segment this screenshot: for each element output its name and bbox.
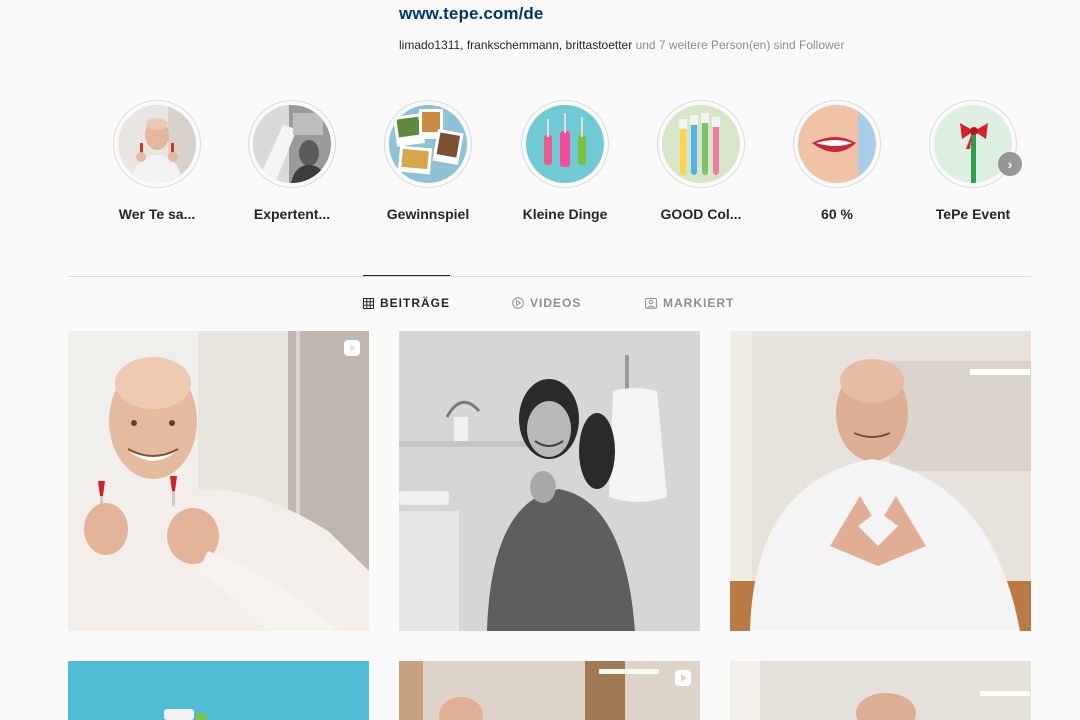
reel-icon [344, 340, 360, 356]
tab-label: BEITRÄGE [380, 296, 451, 310]
highlight-label: 60 % [821, 206, 853, 222]
tagged-icon [645, 298, 657, 309]
tab-label: MARKIERT [663, 296, 735, 310]
grid-icon [363, 297, 374, 309]
tabs-divider [69, 276, 1031, 277]
post-image [399, 661, 700, 720]
post-image [730, 661, 1031, 720]
post-tile[interactable] [68, 331, 369, 631]
toothbrushes [662, 105, 740, 183]
tab-posts[interactable]: BEITRÄGE [363, 296, 450, 310]
play-circle-icon [512, 297, 524, 309]
highlight-ring [113, 100, 201, 188]
highlight-item[interactable]: Gewinnspiel [368, 100, 488, 222]
active-tab-indicator [363, 275, 450, 276]
photo-collage [389, 105, 467, 183]
highlight-ring [657, 100, 745, 188]
reel-icon [675, 670, 691, 686]
story-highlights: Wer Te sa... Expertent... Gewinnspiel Kl… [0, 100, 1080, 230]
post-image [68, 661, 369, 720]
smile-lips [798, 105, 876, 183]
highlight-item[interactable]: Kleine Dinge [505, 100, 625, 222]
highlight-item[interactable]: GOOD Col... [641, 100, 761, 222]
post-tile[interactable] [399, 331, 700, 631]
highlight-label: Wer Te sa... [118, 206, 196, 222]
highlight-label: Expertent... [253, 206, 331, 222]
highlight-ring [521, 100, 609, 188]
highlight-label: Gewinnspiel [386, 206, 470, 222]
tab-videos[interactable]: VIDEOS [512, 296, 581, 310]
highlight-ring [384, 100, 472, 188]
highlight-item[interactable]: 60 % [777, 100, 897, 222]
highlight-ring [248, 100, 336, 188]
highlight-item[interactable]: Wer Te sa... [97, 100, 217, 222]
tab-tagged[interactable]: MARKIERT [645, 296, 734, 310]
post-tile[interactable] [730, 331, 1031, 631]
followed-by-text[interactable]: limado1311, frankschemmann, brittastoett… [399, 38, 844, 52]
highlight-label: Kleine Dinge [522, 206, 608, 222]
website-link[interactable]: www.tepe.com/de [399, 4, 543, 24]
post-image [399, 331, 700, 631]
tab-label: VIDEOS [530, 296, 582, 310]
followed-by-names[interactable]: limado1311, frankschemmann, brittastoett… [399, 38, 632, 52]
chevron-right-icon[interactable]: › [998, 152, 1022, 176]
post-tile[interactable] [399, 661, 700, 720]
followed-by-suffix: und 7 weitere Person(en) sind Follower [632, 38, 845, 52]
interdental-brushes [526, 105, 604, 183]
post-image [730, 331, 1031, 631]
highlight-label: TePe Event [935, 206, 1011, 222]
expert-photo [253, 105, 331, 183]
post-image [68, 331, 369, 631]
man-with-brushes-photo [118, 105, 196, 183]
highlight-ring [793, 100, 881, 188]
post-tile[interactable] [68, 661, 369, 720]
post-tile[interactable] [730, 661, 1031, 720]
highlight-label: GOOD Col... [660, 206, 742, 222]
highlight-item[interactable]: Expertent... [232, 100, 352, 222]
